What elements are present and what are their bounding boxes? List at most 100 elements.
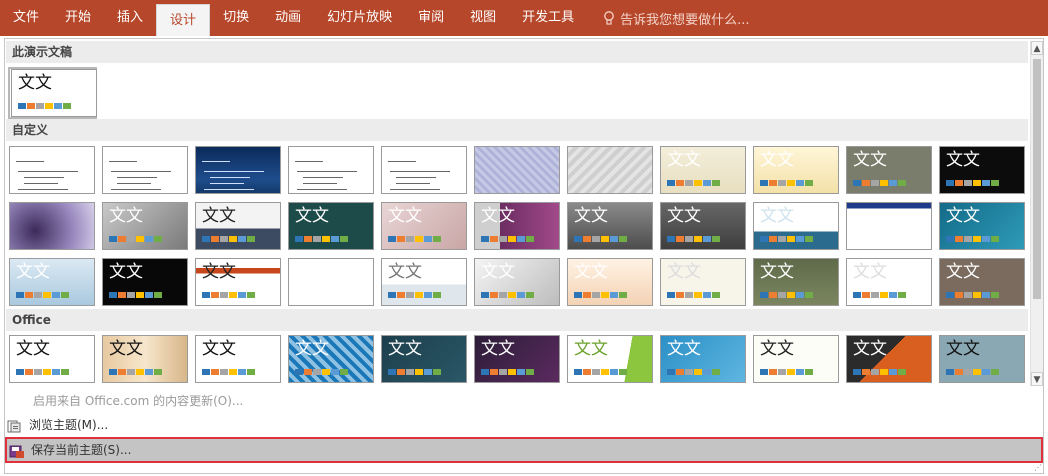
theme-thumbnail[interactable]: 文文: [660, 335, 746, 383]
theme-thumbnail[interactable]: 文文: [9, 258, 95, 306]
office-update-label: 启用来自 Office.com 的内容更新(O)...: [33, 394, 244, 408]
theme-sample-text: 文文: [946, 262, 980, 282]
theme-thumbnail[interactable]: 文文: [939, 258, 1025, 306]
theme-thumbnail[interactable]: [846, 202, 932, 250]
theme-sample-text: 文文: [18, 73, 52, 93]
theme-thumbnail[interactable]: [288, 146, 374, 194]
theme-sample-text: 文文: [295, 206, 329, 226]
theme-thumbnail[interactable]: [474, 146, 560, 194]
theme-color-swatches: [946, 180, 1000, 186]
theme-thumbnail[interactable]: 文文: [753, 146, 839, 194]
theme-sample-text: 文文: [109, 339, 143, 359]
theme-thumbnail[interactable]: [381, 146, 467, 194]
slide-line: [24, 183, 58, 184]
theme-thumbnail[interactable]: 文文: [846, 258, 932, 306]
theme-thumbnail[interactable]: [567, 146, 653, 194]
slide-line: [117, 183, 151, 184]
theme-color-swatches: [760, 369, 814, 375]
theme-thumbnail[interactable]: 文文: [195, 202, 281, 250]
theme-thumbnail[interactable]: 文文: [474, 258, 560, 306]
ribbon-tab[interactable]: 幻灯片放映: [314, 0, 405, 36]
theme-thumbnail[interactable]: 文文: [11, 69, 97, 117]
theme-thumbnail[interactable]: 文文: [381, 258, 467, 306]
theme-color-swatches: [853, 292, 907, 298]
theme-color-swatches: [760, 180, 814, 186]
theme-thumbnail[interactable]: 文文: [660, 146, 746, 194]
theme-thumbnail[interactable]: [9, 202, 95, 250]
theme-thumbnail[interactable]: [9, 146, 95, 194]
theme-color-swatches: [574, 369, 628, 375]
theme-sample-text: 文文: [388, 262, 422, 282]
ribbon-tab[interactable]: 视图: [457, 0, 509, 36]
theme-thumbnail[interactable]: 文文: [846, 146, 932, 194]
theme-color-swatches: [667, 180, 721, 186]
theme-sample-text: 文文: [946, 206, 980, 226]
ribbon-tab[interactable]: 开始: [52, 0, 104, 36]
theme-color-swatches: [574, 236, 628, 242]
theme-color-swatches: [481, 236, 535, 242]
slide-line: [18, 171, 78, 172]
theme-sample-text: 文文: [760, 206, 794, 226]
theme-color-swatches: [760, 292, 814, 298]
slide-line: [396, 183, 430, 184]
scroll-down-icon[interactable]: ▼: [1031, 372, 1043, 386]
theme-sample-text: 文文: [760, 262, 794, 282]
resize-grip-icon[interactable]: ⋰: [1034, 463, 1042, 472]
theme-thumbnail[interactable]: [288, 258, 374, 306]
tell-me-box[interactable]: 告诉我您想要做什么...: [603, 9, 750, 28]
gallery-scrollbar[interactable]: ▲ ▼: [1030, 41, 1043, 386]
theme-thumbnail[interactable]: 文文: [9, 335, 95, 383]
save-theme-item[interactable]: 保存当前主题(S)...: [5, 437, 1043, 463]
theme-thumbnail[interactable]: 文文: [660, 258, 746, 306]
ribbon-tab[interactable]: 开发工具: [509, 0, 587, 36]
theme-thumbnail[interactable]: [102, 146, 188, 194]
themes-gallery-panel: 此演示文稿 自定义 Office 文文 文文 文文 文文 文文 文文 文文 文文 文文 文文 文文文…: [4, 38, 1044, 474]
theme-thumbnail[interactable]: 文文: [474, 202, 560, 250]
theme-thumbnail[interactable]: 文文: [474, 335, 560, 383]
theme-thumbnail[interactable]: 文文: [195, 258, 281, 306]
theme-thumbnail[interactable]: 文文: [567, 258, 653, 306]
ribbon-tab[interactable]: 设计: [156, 4, 211, 36]
theme-color-swatches: [388, 369, 442, 375]
theme-thumbnail[interactable]: 文文: [102, 258, 188, 306]
section-custom: 自定义: [6, 119, 1028, 141]
slide-line: [109, 161, 137, 162]
theme-color-swatches: [16, 369, 70, 375]
ribbon-tab[interactable]: 切换: [210, 0, 262, 36]
browse-themes-item[interactable]: 浏览主题(M)...: [5, 413, 1043, 437]
theme-thumbnail[interactable]: 文文: [939, 146, 1025, 194]
theme-thumbnail[interactable]: 文文: [102, 202, 188, 250]
ribbon-tab[interactable]: 插入: [104, 0, 156, 36]
theme-thumbnail[interactable]: 文文: [102, 335, 188, 383]
theme-color-swatches: [109, 292, 163, 298]
theme-thumbnail[interactable]: 文文: [939, 335, 1025, 383]
theme-thumbnail[interactable]: [195, 146, 281, 194]
theme-thumbnail[interactable]: 文文: [288, 335, 374, 383]
lightbulb-icon: [604, 11, 615, 25]
section-office: Office: [6, 309, 1028, 331]
theme-thumbnail[interactable]: 文文: [288, 202, 374, 250]
slide-line: [24, 177, 64, 178]
theme-thumbnail[interactable]: 文文: [567, 202, 653, 250]
theme-sample-text: 文文: [574, 206, 608, 226]
scroll-up-icon[interactable]: ▲: [1031, 41, 1043, 55]
theme-thumbnail[interactable]: 文文: [660, 202, 746, 250]
theme-color-swatches: [667, 236, 721, 242]
theme-thumbnail[interactable]: 文文: [381, 202, 467, 250]
theme-thumbnail[interactable]: 文文: [939, 202, 1025, 250]
theme-thumbnail[interactable]: 文文: [567, 335, 653, 383]
theme-thumbnail[interactable]: 文文: [753, 258, 839, 306]
browse-icon: [7, 418, 23, 433]
theme-color-swatches: [16, 292, 70, 298]
theme-thumbnail[interactable]: 文文: [753, 202, 839, 250]
theme-sample-text: 文文: [853, 150, 887, 170]
theme-thumbnail[interactable]: 文文: [195, 335, 281, 383]
scrollbar-thumb[interactable]: [1033, 59, 1041, 299]
ribbon-tab[interactable]: 审阅: [405, 0, 457, 36]
theme-thumbnail[interactable]: 文文: [381, 335, 467, 383]
theme-thumbnail[interactable]: 文文: [753, 335, 839, 383]
ribbon-tab[interactable]: 文件: [0, 0, 52, 36]
theme-color-swatches: [388, 292, 442, 298]
ribbon-tab[interactable]: 动画: [262, 0, 314, 36]
theme-thumbnail[interactable]: 文文: [846, 335, 932, 383]
